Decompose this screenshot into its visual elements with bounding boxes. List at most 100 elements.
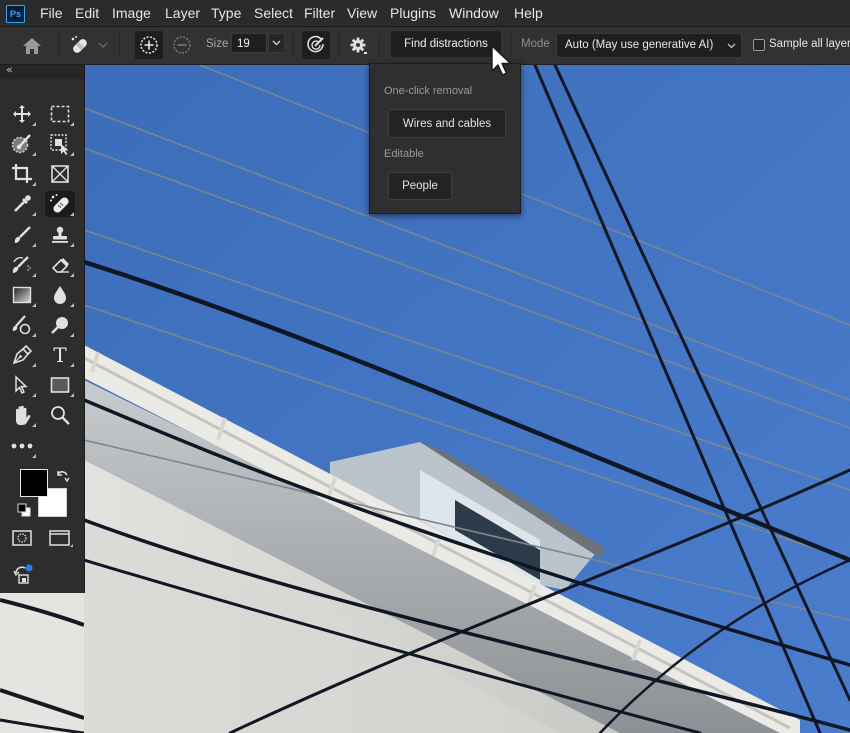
screen-mode-icon: [49, 530, 73, 547]
gradient-tool[interactable]: [7, 282, 37, 308]
generative-history-icon: [13, 564, 33, 584]
mode-label: Mode: [521, 38, 550, 50]
path-selection-tool[interactable]: [7, 372, 37, 398]
toolbox: « T: [0, 63, 85, 593]
pen-tool[interactable]: [7, 342, 37, 368]
magnify-dodge-icon: [51, 317, 68, 334]
eraser-tool[interactable]: [45, 252, 75, 278]
mouse-cursor-icon: [490, 44, 514, 82]
object-selection-tool[interactable]: [45, 131, 75, 157]
drop-icon: [54, 286, 66, 304]
find-distractions-popover: One-click removal Wires and cables Edita…: [369, 63, 521, 214]
menu-select[interactable]: Select: [254, 0, 293, 26]
gear-icon: [350, 37, 367, 54]
find-distractions-button[interactable]: Find distractions: [391, 31, 501, 57]
remove-tool[interactable]: [45, 191, 75, 217]
menu-image[interactable]: Image: [112, 0, 151, 26]
object-select-icon: [50, 134, 69, 155]
one-click-removal-label: One-click removal: [384, 85, 473, 97]
history-brush-tool[interactable]: [7, 252, 37, 278]
menu-view[interactable]: View: [347, 0, 377, 26]
pen-icon: [12, 345, 32, 365]
screen-mode-button[interactable]: [49, 530, 73, 552]
menu-layer[interactable]: Layer: [165, 0, 200, 26]
tool-preset-dropdown-icon[interactable]: [96, 37, 110, 53]
chevron-down-icon: [727, 43, 736, 49]
options-bar: Size 19 Find distractions Mode Auto (May…: [0, 27, 850, 65]
eyedropper-tool[interactable]: [7, 191, 37, 217]
menu-help[interactable]: Help: [514, 0, 543, 26]
smudge-brush-tool[interactable]: [7, 312, 37, 338]
photoshop-logo: Ps: [6, 5, 25, 23]
zoom-tool[interactable]: [45, 402, 75, 428]
size-label: Size: [206, 38, 229, 50]
pressure-icon: [307, 35, 324, 53]
sample-all-layers-checkbox[interactable]: [753, 39, 765, 51]
frame-tool[interactable]: [45, 161, 75, 187]
size-input[interactable]: 19: [231, 33, 267, 53]
quick-select-icon: [11, 134, 31, 154]
quick-mask-button[interactable]: [12, 530, 32, 550]
hand-tool[interactable]: [7, 402, 37, 428]
eyedropper-icon: [14, 195, 31, 212]
mode-select-value: Auto (May use generative AI): [565, 39, 714, 51]
menu-window[interactable]: Window: [449, 0, 499, 26]
menu-filter[interactable]: Filter: [304, 0, 335, 26]
stamp-icon: [52, 226, 68, 243]
mode-select[interactable]: Auto (May use generative AI): [556, 33, 742, 58]
dodge-icon: [12, 315, 31, 335]
history-brush-icon: [12, 256, 31, 273]
swap-colors-icon[interactable]: [56, 468, 70, 487]
blur-tool[interactable]: [45, 282, 75, 308]
menu-edit[interactable]: Edit: [75, 0, 99, 26]
rect-marquee-icon: [50, 105, 70, 123]
crop-icon: [12, 164, 32, 183]
more-icon: [11, 443, 33, 449]
brush-icon: [14, 226, 31, 243]
wires-and-cables-button[interactable]: Wires and cables: [388, 109, 506, 138]
generative-edit-button[interactable]: [12, 563, 36, 589]
clone-stamp-tool[interactable]: [45, 222, 75, 248]
pressure-size-button[interactable]: [302, 31, 330, 59]
quick-mask-icon: [12, 530, 32, 546]
dodge-tool[interactable]: [45, 312, 75, 338]
type-icon: T: [53, 343, 67, 367]
remove-tool-preset-icon[interactable]: [66, 33, 94, 59]
foreground-color-swatch[interactable]: [20, 469, 48, 497]
rectangle-tool[interactable]: [45, 372, 75, 398]
default-colors-icon[interactable]: [17, 502, 31, 521]
chevron-down-icon: [272, 40, 281, 46]
move-icon: [13, 105, 31, 123]
brush-tool[interactable]: [7, 222, 37, 248]
brush-subtract-icon: [173, 36, 191, 54]
home-icon[interactable]: [20, 36, 44, 56]
eraser-icon: [51, 258, 69, 273]
size-dropdown-button[interactable]: [268, 33, 285, 53]
bandage-icon: [50, 194, 69, 213]
edit-toolbar-button[interactable]: [7, 433, 37, 459]
crop-tool[interactable]: [7, 161, 37, 187]
rectangle-icon: [50, 377, 70, 393]
canvas-left-strip: [0, 593, 84, 733]
editable-label: Editable: [384, 148, 424, 160]
frame-icon: [51, 165, 69, 183]
toolbox-header: «: [0, 63, 84, 79]
move-tool[interactable]: [7, 101, 37, 127]
arrow-icon: [15, 375, 28, 395]
type-tool[interactable]: T: [45, 342, 75, 368]
brush-subtract-mode-button[interactable]: [169, 31, 195, 59]
marquee-tool[interactable]: [45, 101, 75, 127]
collapse-toolbox-icon[interactable]: «: [6, 63, 13, 76]
quick-selection-tool[interactable]: [7, 131, 37, 157]
gradient-icon: [12, 286, 32, 304]
settings-button[interactable]: [346, 35, 370, 57]
brush-add-icon: [140, 36, 158, 54]
menu-type[interactable]: Type: [211, 0, 241, 26]
menu-file[interactable]: File: [40, 0, 63, 26]
menu-plugins[interactable]: Plugins: [390, 0, 436, 26]
brush-add-mode-button[interactable]: [135, 31, 163, 59]
menu-bar: Ps File Edit Image Layer Type Select Fil…: [0, 0, 850, 27]
sample-all-layers-label[interactable]: Sample all layers: [769, 38, 850, 50]
people-button[interactable]: People: [388, 172, 452, 200]
zoom-icon: [51, 406, 70, 425]
